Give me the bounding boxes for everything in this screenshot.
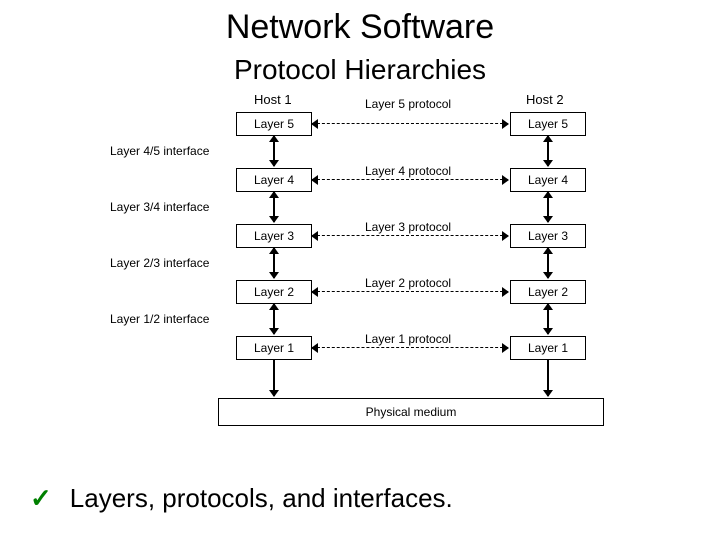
layer2-protocol-line	[312, 291, 508, 292]
layer1-protocol-label: Layer 1 protocol	[365, 332, 451, 346]
host2-arrow-23	[547, 248, 549, 278]
host2-layer4-box: Layer 4	[510, 168, 586, 192]
host1-layer4-box: Layer 4	[236, 168, 312, 192]
host2-layer2-box: Layer 2	[510, 280, 586, 304]
host1-arrow-45	[273, 136, 275, 166]
layer2-protocol-label: Layer 2 protocol	[365, 276, 451, 290]
interface-45-label: Layer 4/5 interface	[110, 144, 209, 158]
protocol-hierarchy-diagram: Host 1 Host 2 Layer 5 Layer 4 Layer 3 La…	[90, 92, 630, 452]
host1-arrow-to-medium	[273, 360, 275, 396]
layer3-protocol-line	[312, 235, 508, 236]
layer4-protocol-label: Layer 4 protocol	[365, 164, 451, 178]
host2-layer5-box: Layer 5	[510, 112, 586, 136]
checkmark-icon: ✓	[30, 483, 52, 513]
host1-layer5-box: Layer 5	[236, 112, 312, 136]
interface-12-label: Layer 1/2 interface	[110, 312, 209, 326]
host-2-label: Host 2	[526, 92, 564, 107]
footer-text: Layers, protocols, and interfaces.	[70, 483, 453, 513]
host1-arrow-23	[273, 248, 275, 278]
slide: Network Software Protocol Hierarchies Ho…	[0, 0, 720, 540]
subtitle: Protocol Hierarchies	[0, 54, 720, 86]
physical-medium-box: Physical medium	[218, 398, 604, 426]
host2-arrow-12	[547, 304, 549, 334]
layer1-protocol-line	[312, 347, 508, 348]
host1-arrow-34	[273, 192, 275, 222]
layer5-protocol-line	[312, 123, 508, 124]
host2-layer3-box: Layer 3	[510, 224, 586, 248]
interface-23-label: Layer 2/3 interface	[110, 256, 209, 270]
title: Network Software	[0, 8, 720, 47]
host2-arrow-34	[547, 192, 549, 222]
host1-layer2-box: Layer 2	[236, 280, 312, 304]
footer-line: ✓ Layers, protocols, and interfaces.	[30, 483, 453, 514]
host1-layer1-box: Layer 1	[236, 336, 312, 360]
host-1-label: Host 1	[254, 92, 292, 107]
layer4-protocol-line	[312, 179, 508, 180]
interface-34-label: Layer 3/4 interface	[110, 200, 209, 214]
layer5-protocol-label: Layer 5 protocol	[365, 97, 451, 111]
layer3-protocol-label: Layer 3 protocol	[365, 220, 451, 234]
host2-arrow-to-medium	[547, 360, 549, 396]
host1-arrow-12	[273, 304, 275, 334]
host2-layer1-box: Layer 1	[510, 336, 586, 360]
host2-arrow-45	[547, 136, 549, 166]
host1-layer3-box: Layer 3	[236, 224, 312, 248]
